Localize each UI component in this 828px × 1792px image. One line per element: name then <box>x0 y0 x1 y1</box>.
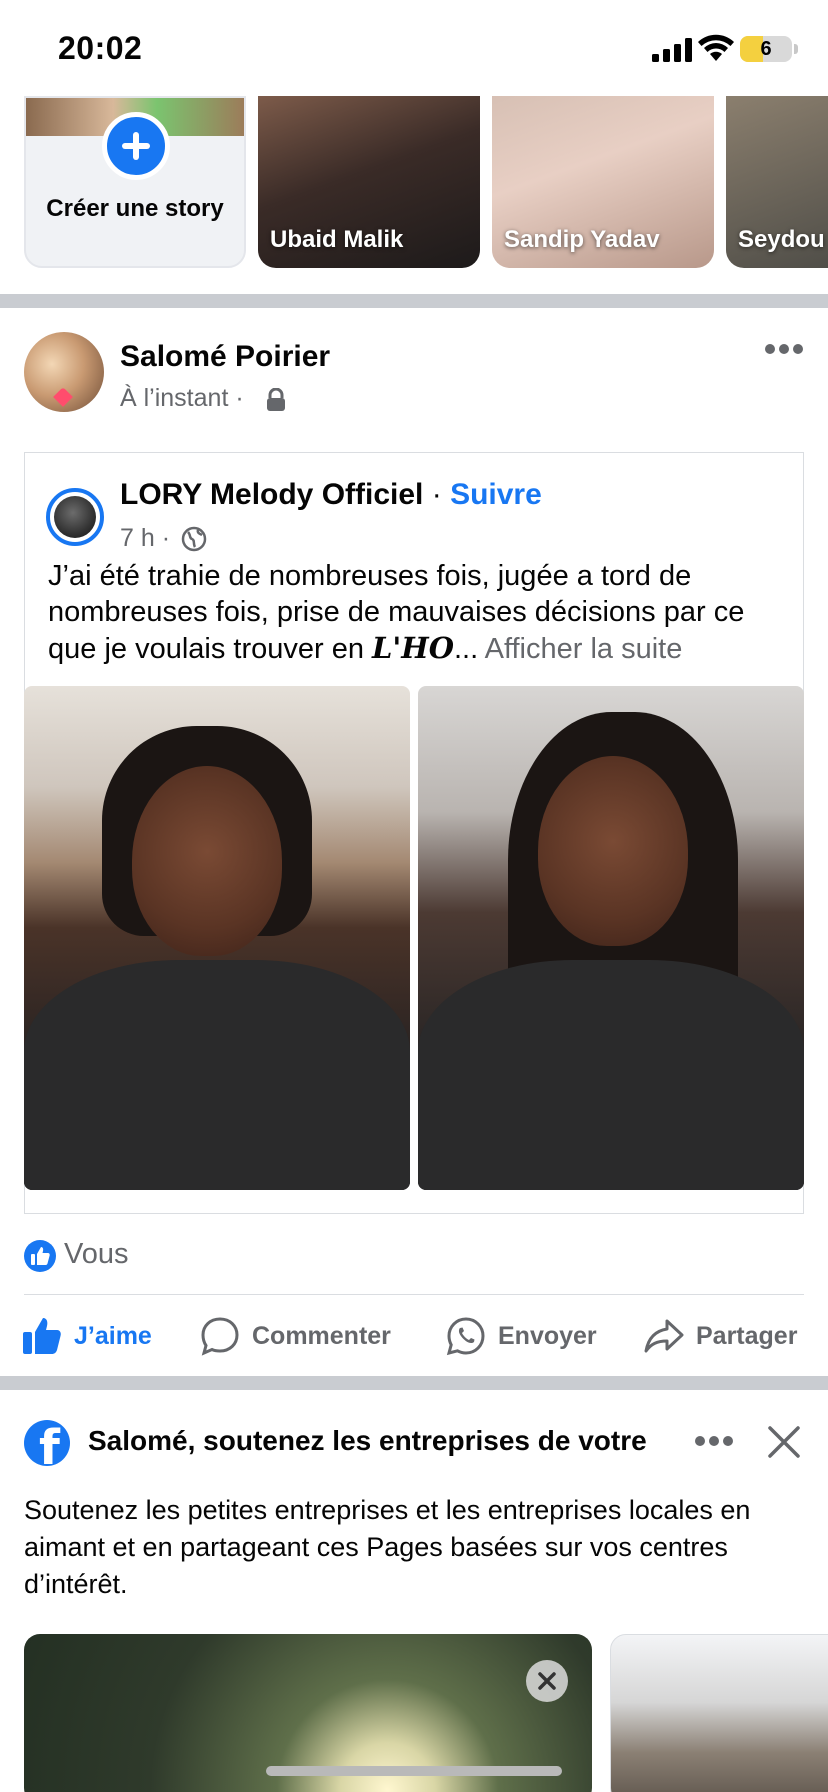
create-story-label: Créer une story <box>46 195 224 222</box>
feed-divider <box>0 1376 828 1390</box>
suggestion-description: Soutenez les petites entreprises et les … <box>24 1495 751 1599</box>
thumbs-up-icon <box>31 1247 50 1265</box>
plus-icon <box>122 132 150 160</box>
like-reaction-badge[interactable] <box>24 1240 56 1272</box>
add-story-button[interactable] <box>102 112 170 180</box>
close-icon[interactable] <box>766 1424 802 1460</box>
create-story-card[interactable]: Créer une story <box>24 96 246 268</box>
globe-icon <box>181 526 207 552</box>
post-photo[interactable] <box>418 686 804 1190</box>
post-photo[interactable] <box>24 686 410 1190</box>
send-label: Envoyer <box>498 1321 597 1350</box>
post-text-ellipsis: ... <box>453 633 479 665</box>
post-timestamp[interactable]: À l’instant · <box>120 384 244 413</box>
battery-level: 6 <box>760 38 772 60</box>
shared-author-name[interactable]: LORY Melody Officiel <box>120 478 423 511</box>
author-separator: · <box>423 478 451 511</box>
share-label: Partager <box>696 1321 798 1350</box>
feed-divider <box>0 294 828 308</box>
reaction-summary[interactable]: Vous <box>64 1238 129 1271</box>
battery-icon: 6 <box>740 36 792 62</box>
story-name: Seydou <box>738 226 825 253</box>
more-options-icon[interactable] <box>694 1434 734 1448</box>
stories-tray: Créer une story Ubaid Malik Sandip Yadav… <box>0 96 828 270</box>
story-card[interactable]: Sandip Yadav <box>492 96 714 268</box>
photo-shirt <box>24 960 410 1190</box>
whatsapp-icon <box>446 1317 485 1356</box>
comment-icon <box>201 1317 239 1356</box>
like-button[interactable]: J’aime <box>22 1310 152 1362</box>
signal-icon <box>652 38 692 62</box>
actions-divider <box>24 1294 804 1295</box>
heart-icon <box>53 387 73 407</box>
share-icon <box>644 1319 684 1353</box>
share-button[interactable]: Partager <box>644 1310 797 1362</box>
dismiss-button[interactable] <box>526 1660 568 1702</box>
suggestion-title: Salomé, soutenez les entreprises de votr… <box>88 1425 647 1456</box>
home-indicator[interactable] <box>266 1766 562 1776</box>
suggested-page-card[interactable] <box>610 1634 828 1792</box>
shared-author-line: LORY Melody Officiel · Suivre <box>120 478 542 512</box>
shared-author-avatar-image <box>54 496 96 538</box>
facebook-logo-icon: f <box>24 1420 70 1466</box>
story-name: Ubaid Malik <box>270 226 404 253</box>
status-bar: 20:02 6 <box>0 0 828 96</box>
post-author-name[interactable]: Salomé Poirier <box>120 340 330 374</box>
shared-timestamp[interactable]: 7 h · <box>120 524 170 553</box>
like-label: J’aime <box>74 1321 152 1350</box>
comment-label: Commenter <box>252 1321 391 1350</box>
shared-author-avatar[interactable] <box>46 488 104 546</box>
story-name: Sandip Yadav <box>504 226 660 253</box>
more-options-icon[interactable] <box>764 342 804 356</box>
photo-shirt <box>418 960 804 1190</box>
story-card[interactable]: Ubaid Malik <box>258 96 480 268</box>
post-text: J’ai été trahie de nombreuses fois, jugé… <box>48 558 788 667</box>
send-button[interactable]: Envoyer <box>446 1310 597 1362</box>
author-avatar[interactable] <box>24 332 104 412</box>
follow-button[interactable]: Suivre <box>450 478 542 511</box>
status-time: 20:02 <box>58 30 143 66</box>
post-text-styled: L'HO <box>372 631 454 665</box>
lock-icon <box>267 388 285 411</box>
photo-face <box>132 766 282 956</box>
close-icon <box>538 1672 556 1690</box>
wifi-icon <box>698 34 734 61</box>
story-card[interactable]: Seydou <box>726 96 828 268</box>
photo-face <box>538 756 688 946</box>
thumbs-up-icon <box>23 1318 61 1354</box>
battery-cap <box>794 44 798 54</box>
see-more-link[interactable]: Afficher la suite <box>485 633 683 665</box>
comment-button[interactable]: Commenter <box>200 1310 391 1362</box>
